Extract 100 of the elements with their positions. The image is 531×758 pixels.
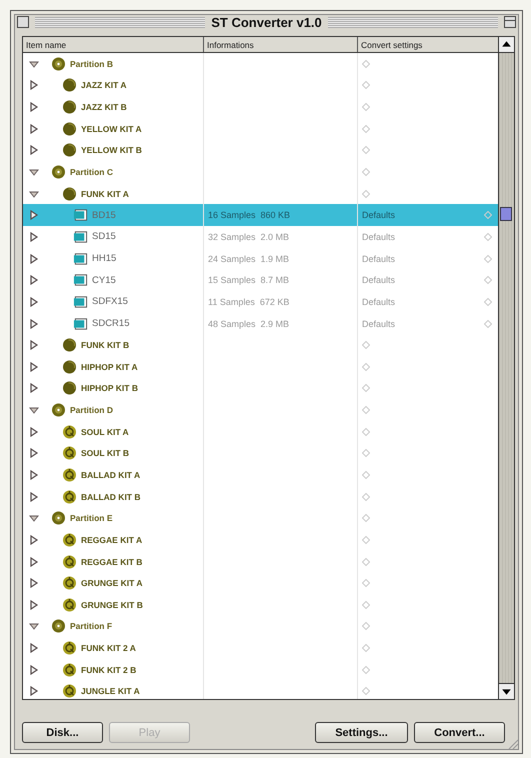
disclosure-triangle[interactable]: [29, 426, 39, 437]
tree-row[interactable]: Partition C: [23, 161, 498, 183]
item-name: SOUL KIT B: [81, 448, 130, 458]
diamond-icon: [362, 124, 370, 133]
sample-icon: [73, 316, 88, 330]
push-button[interactable]: Disk...: [22, 722, 103, 743]
disclosure-triangle[interactable]: [29, 448, 39, 458]
tree-row[interactable]: SD15 32 Samples 2.0 MB Defaults: [23, 226, 498, 248]
disclosure-triangle[interactable]: [29, 58, 39, 69]
tree-row[interactable]: SDCR15 48 Samples 2.9 MB Defaults: [23, 312, 498, 334]
diamond-icon: [362, 644, 370, 652]
tree-row[interactable]: GRUNGE KIT B: [23, 594, 498, 616]
tree-row[interactable]: REGGAE KIT B: [23, 550, 498, 572]
disc-icon: [51, 511, 66, 526]
tree-row[interactable]: FUNK KIT B: [23, 334, 498, 356]
item-info: 32 Samples 2.0 MB: [208, 232, 290, 242]
item-name: FUNK KIT 2 A: [81, 643, 136, 654]
convert-setting: Defaults: [362, 318, 396, 328]
drum-icon: [62, 684, 77, 698]
diamond-icon: [362, 514, 370, 522]
diamond-icon: [362, 558, 370, 566]
disclosure-triangle[interactable]: [29, 643, 39, 654]
tree-row[interactable]: YELLOW KIT B: [23, 140, 498, 162]
tree-row[interactable]: YELLOW KIT A: [23, 118, 498, 140]
convert-setting: Defaults: [362, 275, 396, 286]
tree-row[interactable]: GRUNGE KIT A: [23, 572, 498, 594]
convert-setting: Defaults: [362, 296, 396, 307]
disclosure-triangle[interactable]: [29, 492, 39, 502]
disclosure-triangle[interactable]: [29, 362, 39, 372]
disclosure-triangle[interactable]: [29, 124, 39, 134]
item-name: JAZZ KIT B: [81, 102, 127, 112]
diamond-icon: [362, 406, 370, 414]
disclosure-triangle[interactable]: [29, 80, 39, 90]
tree-row[interactable]: CY15 15 Samples 8.7 MB Defaults: [23, 269, 498, 292]
disclosure-triangle[interactable]: [29, 296, 39, 307]
push-button[interactable]: Convert...: [414, 722, 505, 743]
tree-row[interactable]: Partition D: [23, 399, 498, 421]
tree-row[interactable]: BALLAD KIT B: [23, 486, 498, 508]
tree-row[interactable]: FUNK KIT 2 B: [23, 658, 498, 681]
disclosure-triangle[interactable]: [29, 686, 39, 696]
column-header[interactable]: Convert settings: [358, 37, 498, 52]
tree-row[interactable]: JAZZ KIT B: [23, 96, 498, 118]
tree-row[interactable]: Partition F: [23, 616, 498, 638]
disclosure-triangle[interactable]: [29, 167, 39, 178]
tree-row[interactable]: REGGAE KIT A: [23, 529, 498, 551]
drum-icon: [62, 100, 77, 114]
tree-row[interactable]: JAZZ KIT A: [23, 74, 498, 96]
disclosure-triangle[interactable]: [29, 254, 39, 264]
disclosure-triangle[interactable]: [29, 513, 39, 524]
disclosure-triangle[interactable]: [29, 340, 39, 350]
tree-row[interactable]: BALLAD KIT A: [23, 464, 498, 486]
disclosure-triangle[interactable]: [29, 664, 39, 675]
scrollbar[interactable]: [498, 37, 514, 699]
drum-icon: [62, 338, 77, 352]
push-button[interactable]: Settings...: [315, 722, 408, 743]
drum-icon: [62, 554, 77, 569]
tree-row[interactable]: JUNGLE KIT A: [23, 680, 498, 699]
disclosure-triangle[interactable]: [29, 318, 39, 328]
tree-row[interactable]: Partition B: [23, 53, 498, 75]
tree-row[interactable]: Partition E: [23, 507, 498, 530]
scroll-thumb[interactable]: [500, 207, 512, 221]
tree-row[interactable]: HH15 24 Samples 1.9 MB Defaults: [23, 248, 498, 270]
column-header[interactable]: Item name: [23, 37, 204, 52]
disclosure-triangle[interactable]: [29, 188, 39, 199]
disclosure-triangle[interactable]: [29, 578, 39, 588]
disclosure-triangle[interactable]: [29, 534, 39, 545]
disclosure-triangle[interactable]: [29, 621, 39, 632]
window-title: ST Converter v1.0: [211, 14, 322, 30]
diamond-icon: [484, 320, 492, 328]
convert-setting: Defaults: [362, 254, 396, 264]
drum-icon: [62, 381, 77, 396]
tree-row[interactable]: SOUL KIT B: [23, 442, 498, 464]
tree-row[interactable]: SDFX15 11 Samples 672 KB Defaults: [23, 291, 498, 313]
column-header[interactable]: Informations: [204, 37, 358, 52]
disclosure-triangle[interactable]: [29, 210, 39, 220]
disclosure-triangle[interactable]: [29, 383, 39, 394]
diamond-icon: [362, 362, 370, 371]
diamond-icon: [362, 103, 370, 112]
disclosure-triangle[interactable]: [29, 556, 39, 567]
disclosure-triangle[interactable]: [29, 470, 39, 480]
item-name: CY15: [92, 274, 116, 286]
disclosure-triangle[interactable]: [29, 405, 39, 416]
diamond-icon: [484, 276, 492, 284]
disclosure-triangle[interactable]: [29, 102, 39, 112]
item-name: GRUNGE KIT A: [81, 578, 143, 588]
item-name: BALLAD KIT B: [81, 492, 140, 502]
tree-row[interactable]: FUNK KIT 2 A: [23, 637, 498, 659]
sample-icon: [73, 230, 88, 244]
resize-grip-icon[interactable]: [507, 738, 519, 750]
disclosure-triangle[interactable]: [29, 145, 39, 156]
diamond-icon: [484, 211, 492, 220]
tree-row[interactable]: SOUL KIT A: [23, 420, 498, 443]
tree-row[interactable]: HIPHOP KIT B: [23, 378, 498, 400]
close-box[interactable]: [17, 16, 29, 28]
disclosure-triangle[interactable]: [29, 600, 39, 610]
disclosure-triangle[interactable]: [29, 275, 39, 286]
drum-icon: [62, 532, 77, 547]
tree-row[interactable]: HIPHOP KIT A: [23, 356, 498, 378]
collapse-box[interactable]: [504, 16, 516, 28]
disclosure-triangle[interactable]: [29, 232, 39, 242]
